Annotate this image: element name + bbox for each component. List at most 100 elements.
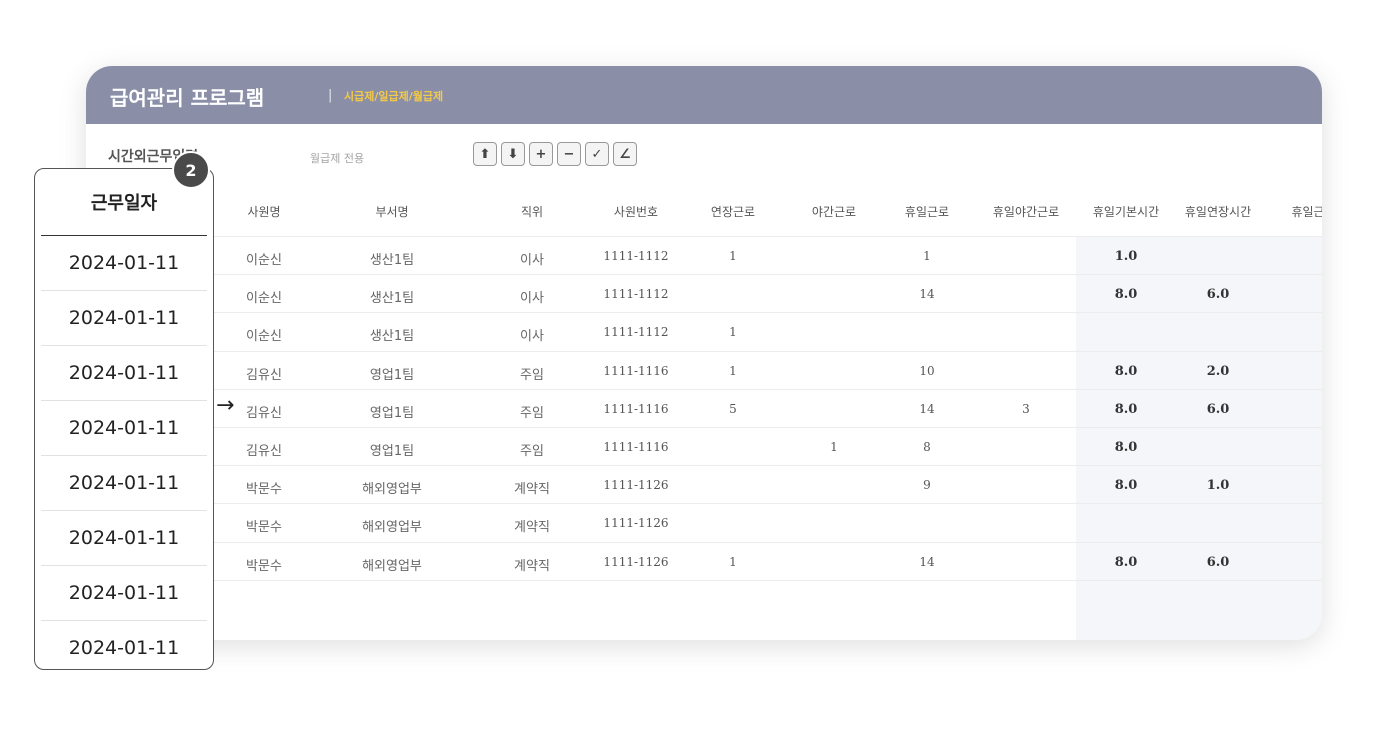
table-cell: 8.0 xyxy=(1114,440,1138,455)
table-row[interactable]: 김유신 영업1팀 주임 1111-1116 1 10 8.0 2.0 xyxy=(86,350,1322,390)
table-cell: 해외영업부 xyxy=(362,482,422,498)
remove-row-button[interactable]: − xyxy=(557,142,581,166)
table-cell: 김유신 xyxy=(246,444,282,459)
column-header[interactable]: 휴일연장시간 xyxy=(1185,203,1251,220)
table-cell: 해외영업부 xyxy=(362,520,422,536)
section-note: 월급제 전용 xyxy=(310,152,365,165)
table-cell: 6.0 xyxy=(1206,401,1230,417)
table-row[interactable]: 박문수 해외영업부 계약직 1111-1126 1 14 8.0 6.0 xyxy=(86,541,1322,581)
column-header[interactable]: 휴일기본시간 xyxy=(1093,203,1159,220)
column-header[interactable]: 부서명 xyxy=(375,203,408,220)
column-header[interactable]: 연장근로 xyxy=(711,203,755,220)
app-subtitle: 시급제/일급제/월급제 xyxy=(344,90,444,103)
work-date-item[interactable]: 2024-01-11 xyxy=(41,621,207,669)
confirm-button[interactable]: ✓ xyxy=(585,142,609,166)
move-up-button[interactable]: ⬆ xyxy=(473,142,497,166)
table-cell: 계약직 xyxy=(514,520,550,536)
table-row[interactable]: 이순신 생산1팀 이사 1111-1112 1 xyxy=(86,312,1322,351)
table-cell: 1 xyxy=(729,363,737,378)
table-cell: 14 xyxy=(919,401,935,416)
table-cell: 이순신 xyxy=(246,329,282,345)
table-cell: 1111-1112 xyxy=(603,249,669,263)
table-cell: 박문수 xyxy=(246,520,282,536)
table-cell: 1 xyxy=(923,249,931,263)
table-cell: 생산1팀 xyxy=(369,253,415,268)
title-bar: 급여관리 프로그램 | 시급제/일급제/월급제 xyxy=(86,66,1322,124)
app-title: 급여관리 프로그램 xyxy=(110,86,265,110)
work-date-item[interactable]: 2024-01-11 xyxy=(41,566,207,621)
table-cell: 이사 xyxy=(520,253,544,268)
table-cell: 박문수 xyxy=(246,558,282,574)
table-cell: 영업1팀 xyxy=(369,405,415,421)
column-header[interactable]: 휴일근 xyxy=(1291,203,1322,220)
column-header[interactable]: 휴일근로 xyxy=(905,203,949,220)
work-date-item[interactable]: 2024-01-11 xyxy=(41,346,207,401)
table-cell: 1 xyxy=(729,249,737,263)
table-cell: 계약직 xyxy=(514,482,550,498)
table-cell: 계약직 xyxy=(514,558,550,574)
table-row[interactable]: 김유신 영업1팀 주임 1111-1116 5 14 3 8.0 6.0 xyxy=(86,388,1322,428)
step-badge: 2 xyxy=(172,151,210,189)
table-cell: 14 xyxy=(919,554,935,569)
table-row-empty xyxy=(86,579,1322,619)
table-cell: 8.0 xyxy=(1114,478,1138,494)
table-cell: 6.0 xyxy=(1206,554,1230,570)
table-cell: 14 xyxy=(919,287,935,302)
table-cell: 10 xyxy=(919,363,935,378)
table-cell: 1111-1126 xyxy=(603,516,669,531)
title-separator: | xyxy=(328,88,333,103)
table-row[interactable]: 이순신 생산1팀 이사 1111-1112 14 8.0 6.0 xyxy=(86,274,1322,313)
pencil-icon: ∠ xyxy=(619,146,631,162)
table-cell: 김유신 xyxy=(246,367,282,383)
table-cell: 1 xyxy=(729,325,737,340)
popup-date-list: 2024-01-11 2024-01-11 2024-01-11 2024-01-11… xyxy=(35,236,213,669)
table-cell: 1 xyxy=(830,440,838,454)
table-cell: 이사 xyxy=(520,329,544,345)
table-cell: 김유신 xyxy=(246,405,282,421)
table-cell: 주임 xyxy=(520,367,544,383)
column-header[interactable]: 사원번호 xyxy=(614,203,658,220)
table-cell: 8.0 xyxy=(1114,554,1138,570)
table-cell: 해외영업부 xyxy=(362,558,422,574)
edit-button[interactable]: ∠ xyxy=(613,142,637,166)
table-cell: 1 xyxy=(729,554,737,569)
add-row-button[interactable]: + xyxy=(529,142,553,166)
table-cell: 1111-1116 xyxy=(603,440,669,454)
work-date-popup: 근무일자 2024-01-11 2024-01-11 2024-01-11 2024-… xyxy=(34,168,214,670)
work-date-item[interactable]: 2024-01-11 xyxy=(41,236,207,291)
column-header[interactable]: 휴일야간근로 xyxy=(993,203,1059,220)
toolbar: ⬆ ⬇ + − ✓ ∠ xyxy=(473,142,637,166)
table-cell: 3 xyxy=(1022,401,1030,416)
table-cell: 8 xyxy=(923,440,931,454)
table-row[interactable]: 박문수 해외영업부 계약직 1111-1126 9 8.0 1.0 xyxy=(86,465,1322,504)
work-date-item[interactable]: 2024-01-11 xyxy=(41,456,207,511)
table-row[interactable]: 김유신 영업1팀 주임 1111-1116 1 8 8.0 xyxy=(86,427,1322,466)
column-header[interactable]: 사원명 xyxy=(247,203,280,220)
table-cell: 8.0 xyxy=(1114,401,1138,417)
work-date-item[interactable]: 2024-01-11 xyxy=(41,511,207,566)
table-cell: 이순신 xyxy=(246,291,282,307)
table-row[interactable]: 이순신 생산1팀 이사 1111-1112 1 1 1.0 xyxy=(86,236,1322,275)
table-cell: 2.0 xyxy=(1206,363,1230,379)
table-cell: 주임 xyxy=(520,405,544,421)
work-date-item[interactable]: 2024-01-11 xyxy=(41,291,207,346)
table-cell: 영업1팀 xyxy=(369,444,415,459)
table-cell: 이사 xyxy=(520,291,544,307)
plus-icon: + xyxy=(535,146,547,162)
work-date-item[interactable]: 2024-01-11 xyxy=(41,401,207,456)
table-cell: 1.0 xyxy=(1114,249,1138,264)
table-cell: 9 xyxy=(923,478,931,493)
table-cell: 6.0 xyxy=(1206,287,1230,303)
table-cell: 5 xyxy=(729,401,737,416)
column-header[interactable]: 야간근로 xyxy=(812,203,856,220)
table-cell: 1111-1126 xyxy=(603,554,669,569)
arrow-down-icon: ⬇ xyxy=(507,146,519,162)
table-cell: 생산1팀 xyxy=(369,291,415,307)
column-header[interactable]: 직위 xyxy=(521,203,543,220)
table-row[interactable]: 박문수 해외영업부 계약직 1111-1126 xyxy=(86,503,1322,542)
table-cell: 생산1팀 xyxy=(369,329,415,345)
table-cell: 박문수 xyxy=(246,482,282,498)
move-down-button[interactable]: ⬇ xyxy=(501,142,525,166)
app-window: 급여관리 프로그램 | 시급제/일급제/월급제 시간외근무입력 월급제 전용 ⬆… xyxy=(86,66,1322,640)
table-cell: 1111-1112 xyxy=(603,325,669,340)
